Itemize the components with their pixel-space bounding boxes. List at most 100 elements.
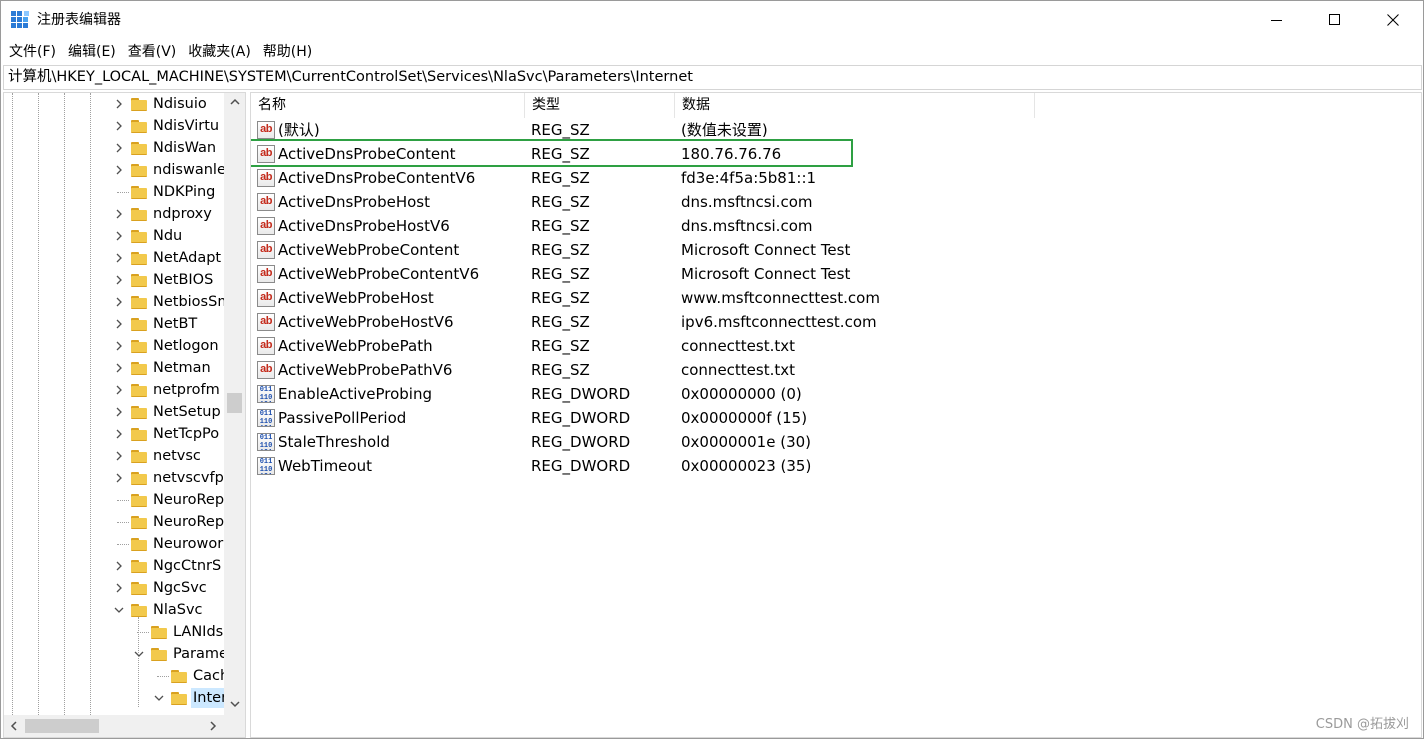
tree-item[interactable]: Netlogon <box>4 335 224 357</box>
tree-collapsed-chevron-icon[interactable] <box>113 428 125 440</box>
tree-expanded-chevron-icon[interactable] <box>133 648 145 660</box>
value-row[interactable]: 011 110 101StaleThreshold REG_DWORD 0x0000… <box>251 430 1151 454</box>
tree-horizontal-scroll-thumb[interactable] <box>25 719 99 733</box>
tree-collapsed-chevron-icon[interactable] <box>113 362 125 374</box>
value-type: REG_SZ <box>531 361 590 379</box>
tree-collapsed-chevron-icon[interactable] <box>113 472 125 484</box>
tree-expanded-chevron-icon[interactable] <box>113 604 125 616</box>
value-row[interactable]: ab ActiveWebProbeHostV6 REG_SZ ipv6.msftcon… <box>251 310 1151 334</box>
scroll-down-button[interactable] <box>224 696 245 713</box>
tree-collapsed-chevron-icon[interactable] <box>113 560 125 572</box>
menu-help[interactable]: 帮助(H) <box>257 41 318 63</box>
tree-item[interactable]: netvscvfp <box>4 467 224 489</box>
tree-item[interactable]: ndproxy <box>4 203 224 225</box>
tree-item[interactable]: NgcCtnrS <box>4 555 224 577</box>
tree-item[interactable]: Neurowor <box>4 533 224 555</box>
tree-item[interactable]: Ndu <box>4 225 224 247</box>
value-name: PassivePollPeriod <box>278 409 407 427</box>
tree-vertical-scroll-thumb[interactable] <box>227 393 242 413</box>
tree-item[interactable]: NdisVirtu <box>4 115 224 137</box>
tree-collapsed-chevron-icon[interactable] <box>113 252 125 264</box>
menu-view[interactable]: 查看(V) <box>122 41 183 63</box>
value-row[interactable]: ab ActiveDnsProbeContent REG_SZ 180.76.76.7… <box>251 139 1151 167</box>
tree-item[interactable]: NetTcpPo <box>4 423 224 445</box>
tree-collapsed-chevron-icon[interactable] <box>113 318 125 330</box>
folder-icon <box>151 647 167 661</box>
tree-collapsed-chevron-icon[interactable] <box>113 340 125 352</box>
key-tree-pane[interactable]: Inter Cach Parame LANIds NlaSvc NgcSvc NgcCtnr… <box>3 92 246 738</box>
tree-collapsed-chevron-icon[interactable] <box>113 582 125 594</box>
address-bar[interactable]: 计算机\HKEY_LOCAL_MACHINE\SYSTEM\CurrentCon… <box>3 65 1422 90</box>
watermark: CSDN @拓拔刈 <box>1315 717 1409 732</box>
tree-item[interactable]: NgcSvc <box>4 577 224 599</box>
tree-expanded-chevron-icon[interactable] <box>153 692 165 704</box>
menu-edit[interactable]: 编辑(E) <box>62 41 122 63</box>
folder-icon <box>131 581 147 595</box>
value-row[interactable]: ab ActiveWebProbeContent REG_SZ Microsoft C… <box>251 238 1151 262</box>
title-bar[interactable]: 注册表编辑器 <box>1 1 1423 39</box>
tree-item[interactable]: netprofm <box>4 379 224 401</box>
column-header-data[interactable]: 数据 <box>675 93 1035 118</box>
string-value-icon: ab <box>257 313 275 331</box>
tree-collapsed-chevron-icon[interactable] <box>113 208 125 220</box>
tree-item[interactable]: netvsc <box>4 445 224 467</box>
tree-item[interactable]: Inter <box>4 687 230 709</box>
value-row[interactable]: ab ActiveWebProbePath REG_SZ connecttest.tx… <box>251 334 1151 358</box>
tree-item[interactable]: NetBT <box>4 313 224 335</box>
tree-item[interactable]: Ndisuio <box>4 93 224 115</box>
tree-collapsed-chevron-icon[interactable] <box>113 274 125 286</box>
menu-file[interactable]: 文件(F) <box>3 41 62 63</box>
tree-collapsed-chevron-icon[interactable] <box>113 406 125 418</box>
value-row[interactable]: ab ActiveDnsProbeHost REG_SZ dns.msftncsi.c… <box>251 190 1151 214</box>
tree-item[interactable]: Parame <box>4 643 228 665</box>
value-data: fd3e:4f5a:5b81::1 <box>681 169 817 187</box>
column-header-name[interactable]: 名称 <box>251 93 525 118</box>
tree-item[interactable]: Netman <box>4 357 224 379</box>
close-button[interactable] <box>1364 1 1422 39</box>
tree-item[interactable]: NetBIOS <box>4 269 224 291</box>
tree-item[interactable]: NetSetup <box>4 401 224 423</box>
tree-collapsed-chevron-icon[interactable] <box>113 142 125 154</box>
column-header-type[interactable]: 类型 <box>525 93 675 118</box>
tree-item[interactable]: NetbiosSm <box>4 291 231 313</box>
minimize-button[interactable] <box>1248 1 1306 39</box>
tree-item[interactable]: NlaSvc <box>4 599 224 621</box>
tree-collapsed-chevron-icon[interactable] <box>113 120 125 132</box>
tree-vertical-scrollbar[interactable] <box>224 93 245 715</box>
scroll-left-button[interactable] <box>4 715 22 737</box>
tree-item[interactable]: NDKPing <box>4 181 224 203</box>
tree-item[interactable]: NeuroRep <box>4 511 224 533</box>
tree-item[interactable]: NetAdapt <box>4 247 224 269</box>
tree-item[interactable]: NdisWan <box>4 137 224 159</box>
tree-item[interactable]: ndiswanle <box>4 159 226 181</box>
scroll-up-button[interactable] <box>224 93 245 110</box>
tree-collapsed-chevron-icon[interactable] <box>113 384 125 396</box>
value-row[interactable]: ab ActiveDnsProbeHostV6 REG_SZ dns.msftncsi… <box>251 214 1151 238</box>
tree-item[interactable]: Cach <box>4 665 229 687</box>
value-row[interactable]: 011 110 101EnableActiveProbing REG_DWORD 0… <box>251 382 1151 406</box>
minimize-icon <box>1271 20 1282 21</box>
value-row[interactable]: ab ActiveDnsProbeContentV6 REG_SZ fd3e:4f5a… <box>251 166 1151 190</box>
tree-item-label: NetAdapt <box>153 250 222 266</box>
tree-collapsed-chevron-icon[interactable] <box>113 98 125 110</box>
values-list-pane[interactable]: 名称 类型 数据 ab (默认) REG_SZ (数值未设置) ab ActiveDnsP… <box>250 92 1422 738</box>
menu-favorites[interactable]: 收藏夹(A) <box>182 41 257 63</box>
value-row[interactable]: 011 110 101WebTimeout REG_DWORD 0x00000023… <box>251 454 1151 478</box>
tree-item[interactable]: LANIds <box>4 621 224 643</box>
tree-horizontal-scrollbar[interactable] <box>4 715 224 737</box>
value-data: dns.msftncsi.com <box>681 193 813 211</box>
value-row[interactable]: ab ActiveWebProbeHost REG_SZ www.msftconnec… <box>251 286 1151 310</box>
value-row[interactable]: 011 110 101PassivePollPeriod REG_DWORD 0x0… <box>251 406 1151 430</box>
scroll-right-button[interactable] <box>204 715 222 737</box>
tree-collapsed-chevron-icon[interactable] <box>113 164 125 176</box>
tree-item-label: NgcCtnrS <box>153 558 222 574</box>
tree-collapsed-chevron-icon[interactable] <box>113 230 125 242</box>
tree-collapsed-chevron-icon[interactable] <box>113 450 125 462</box>
value-row[interactable]: ab ActiveWebProbeContentV6 REG_SZ Microsoft… <box>251 262 1151 286</box>
tree-item[interactable]: NeuroRep <box>4 489 224 511</box>
maximize-button[interactable] <box>1306 1 1364 39</box>
tree-collapsed-chevron-icon[interactable] <box>113 296 125 308</box>
value-row[interactable]: ab (默认) REG_SZ (数值未设置) <box>251 118 1151 142</box>
value-row[interactable]: ab ActiveWebProbePathV6 REG_SZ connecttest.… <box>251 358 1151 382</box>
string-value-icon: ab <box>257 361 275 379</box>
